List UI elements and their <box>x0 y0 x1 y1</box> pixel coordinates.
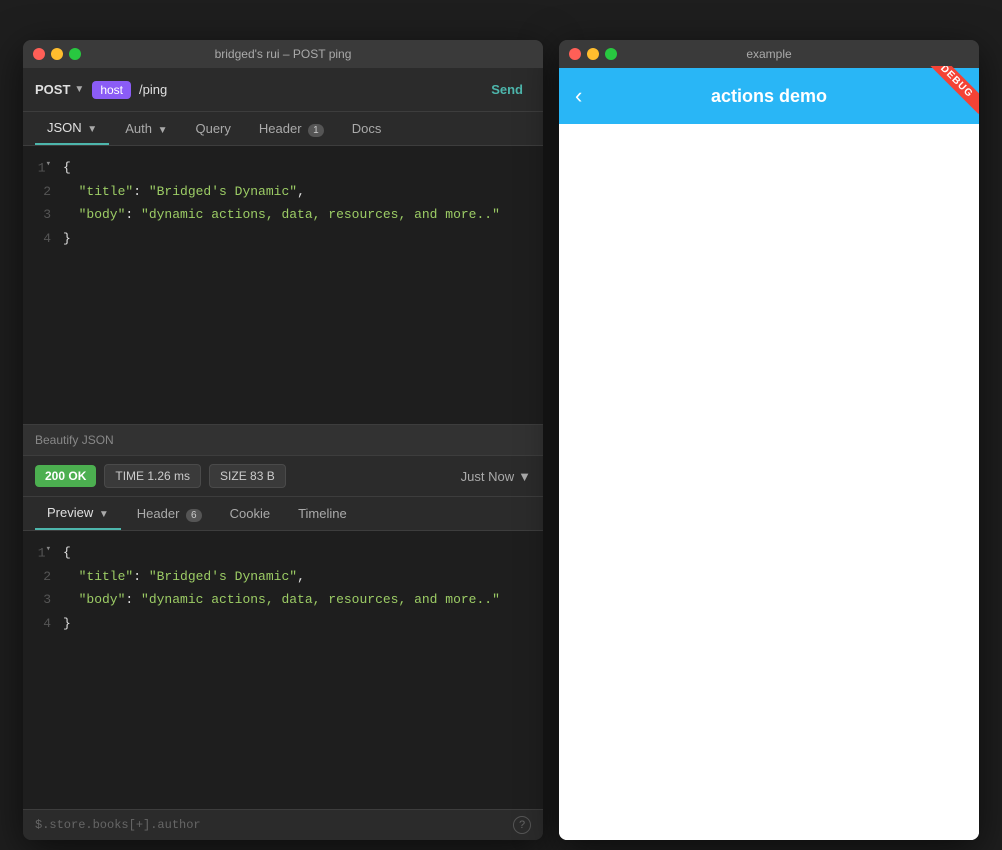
code-line-4: 4 } <box>35 227 531 250</box>
timestamp-dropdown-icon: ▼ <box>518 469 531 484</box>
debug-badge-container: DEBUG <box>925 66 979 122</box>
resp-line-num-1: 1▾ <box>35 541 51 565</box>
jsonpath-hint: $.store.books[+].author <box>35 818 201 832</box>
mobile-content: ‹ actions demo DEBUG <box>559 68 979 840</box>
tab-query-label: Query <box>195 121 230 136</box>
line-num-1: 1▾ <box>35 156 51 180</box>
resp-code-content-3: "body": "dynamic actions, data, resource… <box>63 588 500 611</box>
auth-tab-dropdown-icon: ▼ <box>158 125 168 136</box>
request-tabs: JSON ▼ Auth ▼ Query Header 1 Docs <box>23 112 543 146</box>
host-badge[interactable]: host <box>92 81 131 99</box>
tab-docs-label: Docs <box>352 121 382 136</box>
resp-code-line-2: 2 "title": "Bridged's Dynamic", <box>35 565 531 588</box>
tab-timeline-label: Timeline <box>298 506 347 521</box>
tab-cookie-label: Cookie <box>230 506 270 521</box>
resp-json-val-title: "Bridged's Dynamic" <box>149 569 297 584</box>
tab-docs[interactable]: Docs <box>340 113 394 144</box>
resp-json-val-body: "dynamic actions, data, resources, and m… <box>141 592 500 607</box>
window-controls <box>33 48 81 60</box>
preview-tab-dropdown-icon: ▼ <box>99 509 109 520</box>
beautify-json-button[interactable]: Beautify JSON <box>23 424 543 456</box>
code-line-3: 3 "body": "dynamic actions, data, resour… <box>35 203 531 226</box>
mobile-close-dot[interactable] <box>569 48 581 60</box>
mobile-preview-window: example ‹ actions demo DEBUG <box>559 40 979 840</box>
api-window-title: bridged's rui – POST ping <box>215 47 352 61</box>
response-time: TIME 1.26 ms <box>104 464 201 488</box>
json-val-body: "dynamic actions, data, resources, and m… <box>141 207 500 222</box>
resp-json-key-title: "title" <box>63 569 133 584</box>
code-line-2: 2 "title": "Bridged's Dynamic", <box>35 180 531 203</box>
api-window-titlebar: bridged's rui – POST ping <box>23 40 543 68</box>
resp-json-key-body: "body" <box>63 592 125 607</box>
resp-code-content-1: { <box>63 541 71 565</box>
line-num-4: 4 <box>35 227 51 250</box>
tab-json-label: JSON <box>47 120 82 135</box>
resp-code-line-3: 3 "body": "dynamic actions, data, resour… <box>35 588 531 611</box>
tab-preview-label: Preview <box>47 505 93 520</box>
resp-code-content-4: } <box>63 612 71 635</box>
tab-preview[interactable]: Preview ▼ <box>35 497 121 530</box>
bottom-status-bar: $.store.books[+].author ? <box>23 809 543 840</box>
maximize-dot[interactable] <box>69 48 81 60</box>
mobile-maximize-dot[interactable] <box>605 48 617 60</box>
code-content-3: "body": "dynamic actions, data, resource… <box>63 203 500 226</box>
minimize-dot[interactable] <box>51 48 63 60</box>
tab-json[interactable]: JSON ▼ <box>35 112 109 145</box>
back-button[interactable]: ‹ <box>575 83 582 109</box>
debug-badge-label: DEBUG <box>925 66 979 114</box>
tab-query[interactable]: Query <box>183 113 242 144</box>
api-client-window: bridged's rui – POST ping POST ▼ host /p… <box>23 40 543 840</box>
resp-line-num-4: 4 <box>35 612 51 635</box>
resp-code-line-1: 1▾ { <box>35 541 531 565</box>
resp-code-line-4: 4 } <box>35 612 531 635</box>
desktop: bridged's rui – POST ping POST ▼ host /p… <box>0 0 1002 850</box>
mobile-app-body <box>559 124 979 840</box>
json-val-title: "Bridged's Dynamic" <box>149 184 297 199</box>
send-button[interactable]: Send <box>483 78 531 101</box>
json-key-title: "title" <box>63 184 133 199</box>
mobile-minimize-dot[interactable] <box>587 48 599 60</box>
url-path[interactable]: /ping <box>139 82 475 97</box>
timestamp-selector[interactable]: Just Now ▼ <box>461 469 531 484</box>
tab-auth[interactable]: Auth ▼ <box>113 113 179 144</box>
header-badge: 1 <box>308 124 324 137</box>
code-content-4: } <box>63 227 71 250</box>
response-tabs: Preview ▼ Header 6 Cookie Timeline <box>23 497 543 531</box>
tab-auth-label: Auth <box>125 121 152 136</box>
mobile-window-controls <box>569 48 617 60</box>
json-editor[interactable]: 1▾ { 2 "title": "Bridged's Dynamic", 3 "… <box>23 146 543 424</box>
resp-line-num-2: 2 <box>35 565 51 588</box>
line-num-2: 2 <box>35 180 51 203</box>
mobile-window-title: example <box>746 47 791 61</box>
code-content-2: "title": "Bridged's Dynamic", <box>63 180 305 203</box>
method-dropdown-icon: ▼ <box>74 84 84 95</box>
json-tab-dropdown-icon: ▼ <box>87 124 97 135</box>
response-size: SIZE 83 B <box>209 464 286 488</box>
response-body: 1▾ { 2 "title": "Bridged's Dynamic", 3 "… <box>23 531 543 809</box>
resp-line-num-3: 3 <box>35 588 51 611</box>
response-status-bar: 200 OK TIME 1.26 ms SIZE 83 B Just Now ▼ <box>23 456 543 497</box>
response-header-badge: 6 <box>186 509 202 522</box>
code-content-1: { <box>63 156 71 180</box>
tab-header-label: Header <box>259 121 302 136</box>
tab-header[interactable]: Header 1 <box>247 113 336 144</box>
close-dot[interactable] <box>33 48 45 60</box>
json-key-body: "body" <box>63 207 125 222</box>
tab-timeline[interactable]: Timeline <box>286 498 359 529</box>
method-label: POST <box>35 82 70 97</box>
timestamp-label: Just Now <box>461 469 514 484</box>
tab-response-header-label: Header <box>137 506 180 521</box>
method-selector[interactable]: POST ▼ <box>35 82 84 97</box>
line-num-3: 3 <box>35 203 51 226</box>
mobile-titlebar: example <box>559 40 979 68</box>
tab-cookie[interactable]: Cookie <box>218 498 282 529</box>
help-icon[interactable]: ? <box>513 816 531 834</box>
request-bar: POST ▼ host /ping Send <box>23 68 543 112</box>
code-line-1: 1▾ { <box>35 156 531 180</box>
tab-response-header[interactable]: Header 6 <box>125 498 214 529</box>
resp-code-content-2: "title": "Bridged's Dynamic", <box>63 565 305 588</box>
status-code-badge: 200 OK <box>35 465 96 487</box>
mobile-app-header: ‹ actions demo DEBUG <box>559 68 979 124</box>
mobile-app-title: actions demo <box>711 86 827 107</box>
